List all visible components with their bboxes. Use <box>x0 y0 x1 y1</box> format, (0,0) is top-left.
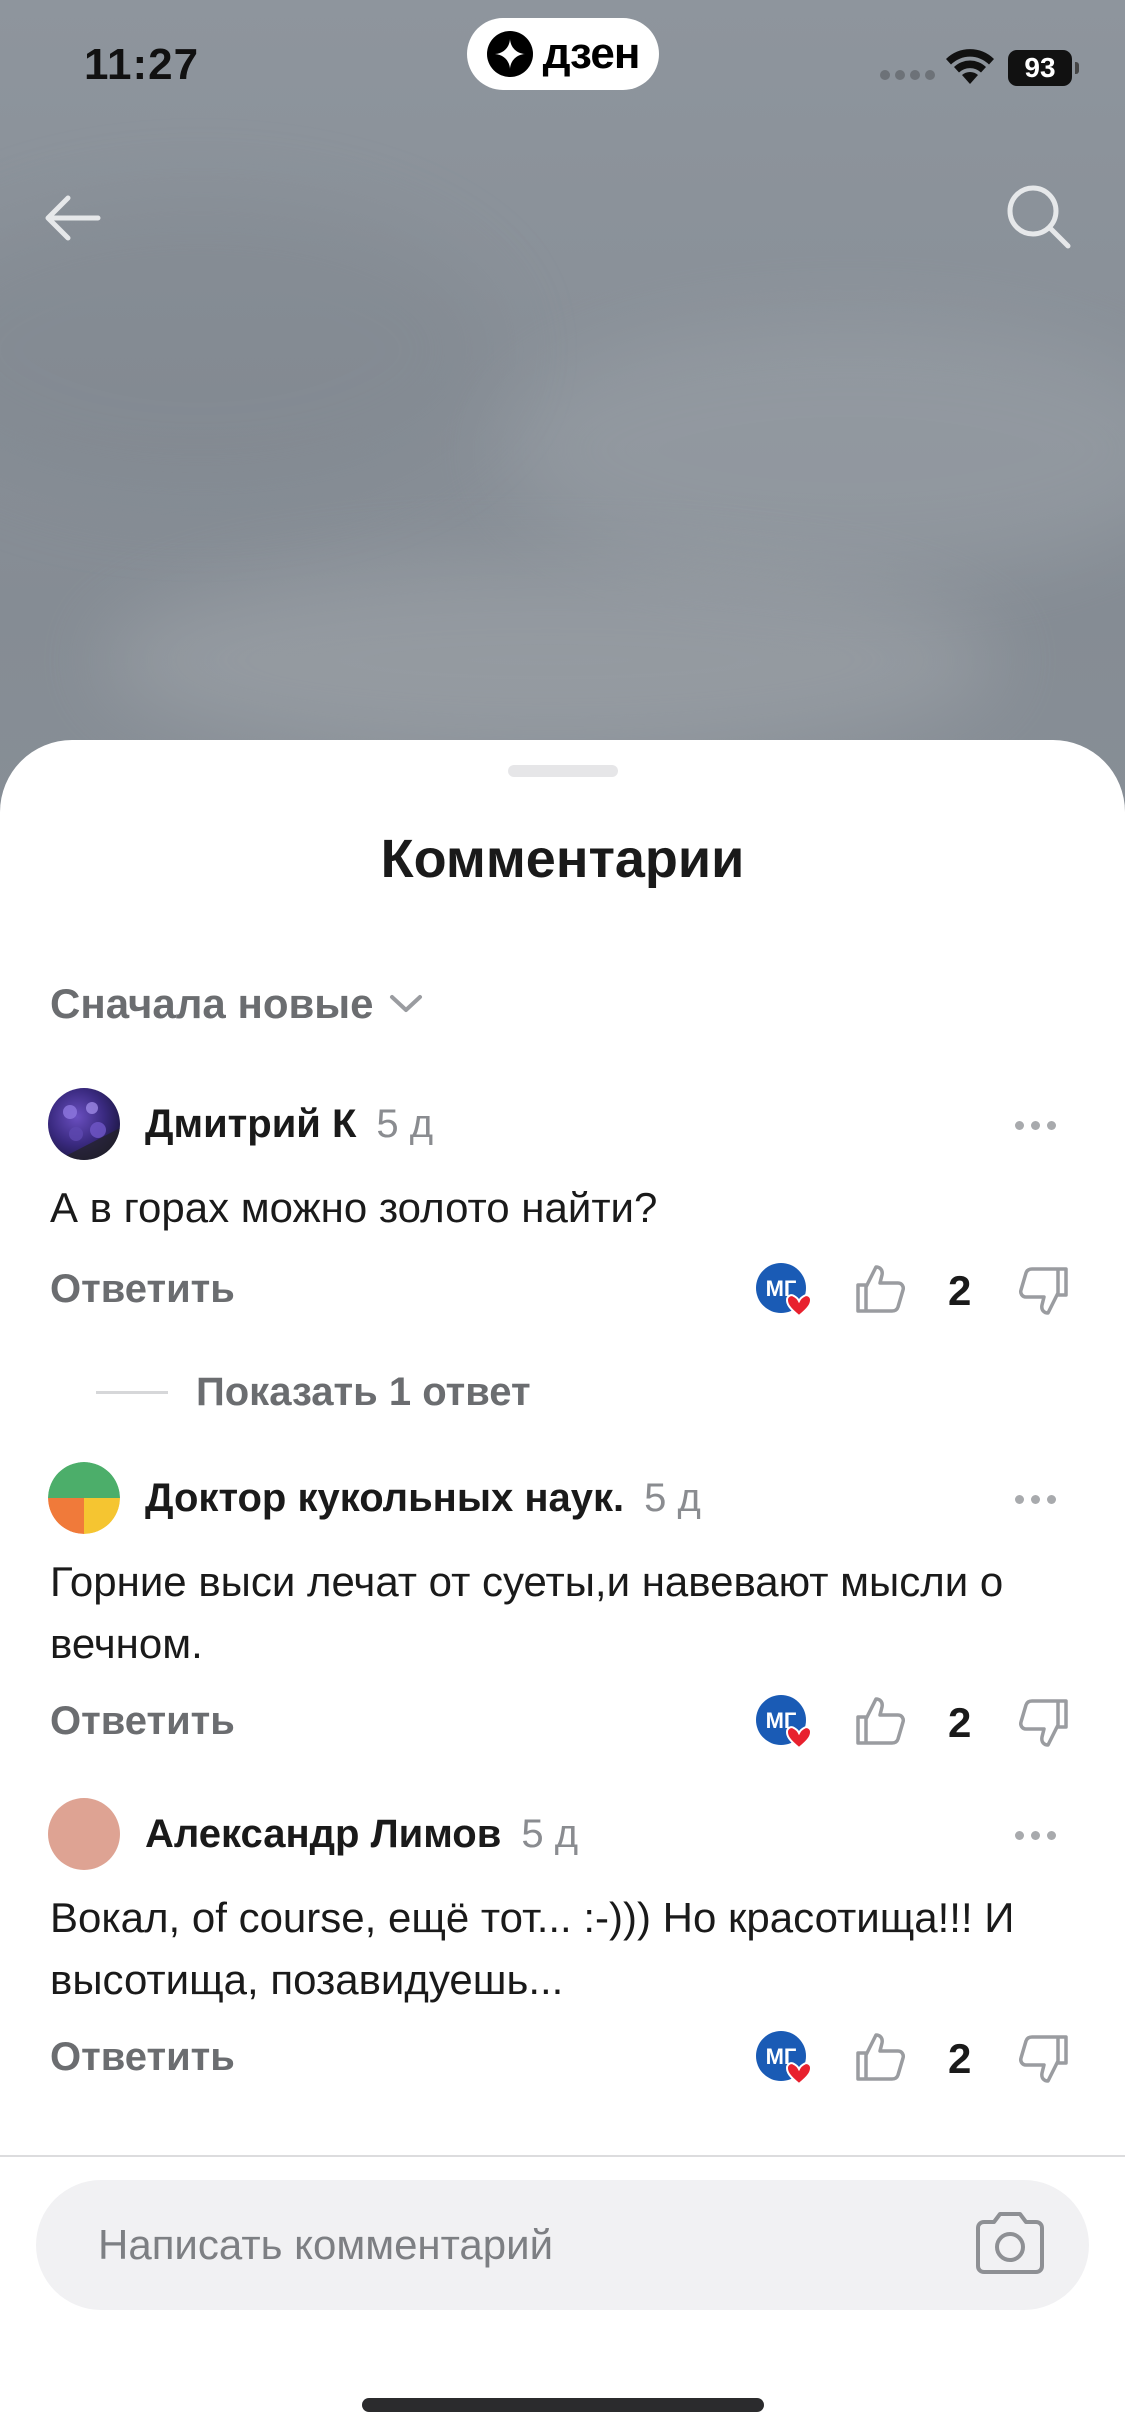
reply-thread-line <box>96 1391 168 1394</box>
battery-level: 93 <box>1024 52 1056 83</box>
comment-author[interactable]: Александр Лимов <box>145 1812 501 1857</box>
wifi-icon <box>946 49 994 84</box>
battery-icon: 93 <box>1008 50 1079 86</box>
sort-dropdown[interactable]: Сначала новые <box>50 980 424 1028</box>
comment-time: 5 д <box>376 1102 434 1146</box>
comment-header: Доктор кукольных наук. 5 д <box>145 1476 701 1521</box>
background-cloud <box>500 320 1125 580</box>
search-icon[interactable] <box>1000 178 1076 254</box>
sheet-grabber[interactable] <box>508 765 618 777</box>
comment-time: 5 д <box>644 1476 701 1520</box>
dzen-app-badge[interactable]: дзен <box>467 18 659 90</box>
camera-icon[interactable] <box>970 2208 1050 2280</box>
back-arrow-icon[interactable] <box>36 182 108 254</box>
screen: 11:27 дзен 93 Комментарии Сначала новые … <box>0 0 1125 2436</box>
show-replies-button[interactable]: Показать 1 ответ <box>96 1370 531 1415</box>
more-options-icon[interactable] <box>1015 1495 1056 1504</box>
thumbs-down-icon[interactable] <box>1016 2031 1072 2087</box>
status-time: 11:27 <box>84 40 200 89</box>
show-replies-label: Показать 1 ответ <box>196 1370 531 1414</box>
comment-input[interactable] <box>36 2180 1089 2310</box>
more-options-icon[interactable] <box>1015 1121 1056 1130</box>
avatar[interactable] <box>48 1088 120 1160</box>
composer-divider <box>0 2155 1125 2157</box>
dzen-label: дзен <box>542 29 641 78</box>
comment-author[interactable]: Доктор кукольных наук. <box>145 1476 624 1521</box>
dzen-logo-icon <box>486 31 533 77</box>
comment-header: Александр Лимов 5 д <box>145 1812 578 1857</box>
reply-button[interactable]: Ответить <box>50 1699 235 1744</box>
thumbs-up-icon[interactable] <box>852 2029 908 2085</box>
more-options-icon[interactable] <box>1015 1831 1056 1840</box>
thumbs-down-icon[interactable] <box>1016 1263 1072 1319</box>
status-bar: 11:27 дзен 93 <box>0 0 1125 130</box>
home-indicator[interactable] <box>362 2398 764 2412</box>
comment-time: 5 д <box>521 1812 579 1856</box>
author-heart-badge-icon: МГ <box>756 1263 813 1318</box>
sheet-title: Комментарии <box>380 829 745 889</box>
comment-text: Горние выси лечат от суеты,и навевают мы… <box>50 1558 1004 1667</box>
thumbs-up-icon[interactable] <box>852 1261 908 1317</box>
comment-text: А в горах можно золото найти? <box>50 1184 658 1231</box>
like-count: 2 <box>948 1699 972 1746</box>
avatar[interactable] <box>48 1462 120 1534</box>
like-count: 2 <box>948 1267 972 1314</box>
avatar[interactable] <box>48 1798 120 1870</box>
reply-button[interactable]: Ответить <box>50 2035 235 2080</box>
background-cloud <box>100 560 1000 760</box>
green-orange-circle-icon <box>48 1462 120 1534</box>
like-count: 2 <box>948 2035 972 2082</box>
author-heart-badge-icon: МГ <box>756 2031 813 2086</box>
thumbs-up-icon[interactable] <box>852 1693 908 1749</box>
comment-author[interactable]: Дмитрий К <box>145 1102 356 1147</box>
cellular-signal-icon <box>880 70 935 80</box>
chevron-down-icon <box>389 995 422 1012</box>
comment-text: Вокал, of course, ещё тот... :-))) Но кр… <box>50 1894 1015 2003</box>
purple-flower-photo-icon <box>58 1102 120 1160</box>
reply-button[interactable]: Ответить <box>50 1267 235 1312</box>
sort-label: Сначала новые <box>50 980 374 1027</box>
thumbs-down-icon[interactable] <box>1016 1695 1072 1751</box>
comment-header: Дмитрий К 5 д <box>145 1102 433 1147</box>
author-heart-badge-icon: МГ <box>756 1695 813 1750</box>
